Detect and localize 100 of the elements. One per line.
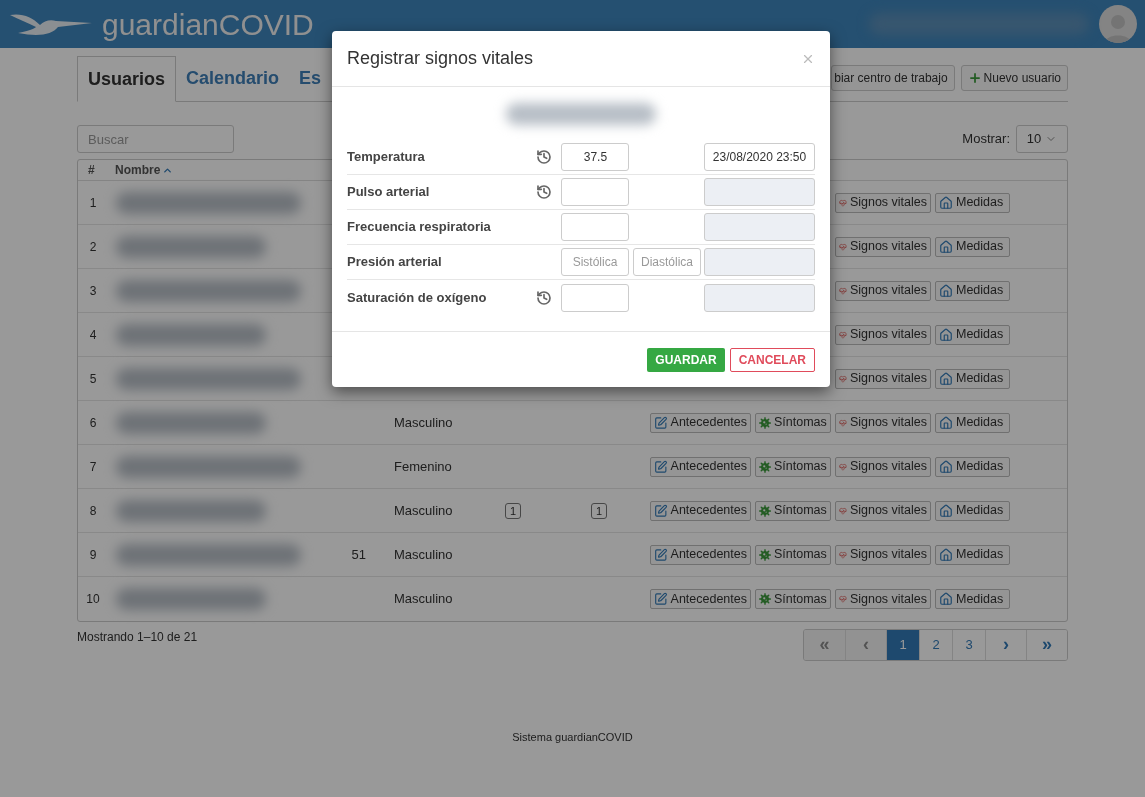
- page-size-dropdown[interactable]: 10: [1016, 125, 1068, 153]
- action-button[interactable]: Medidas: [935, 280, 1010, 301]
- virus-icon: [759, 548, 771, 561]
- gender-cell: Masculino: [394, 414, 453, 430]
- gender-cell: Masculino: [394, 502, 453, 518]
- gender-cell: Masculino: [394, 546, 453, 562]
- vital-input[interactable]: [561, 213, 630, 241]
- action-button[interactable]: Signos vitales: [835, 324, 931, 345]
- history-icon[interactable]: [536, 149, 553, 165]
- footer-text: Sistema guardianCOVID: [512, 730, 633, 745]
- edit-icon: [654, 592, 668, 606]
- virus-icon: [759, 504, 771, 517]
- edit-icon: [654, 503, 668, 518]
- row-number: 5: [89, 370, 97, 388]
- action-button[interactable]: Medidas: [935, 324, 1010, 345]
- house-icon: [939, 239, 953, 254]
- action-button[interactable]: Síntomas: [755, 589, 831, 609]
- action-button[interactable]: Medidas: [935, 412, 1010, 433]
- action-button[interactable]: Signos vitales: [835, 192, 931, 213]
- action-button[interactable]: Antecedentes: [650, 456, 751, 477]
- row-number: 4: [89, 326, 97, 344]
- action-button[interactable]: Medidas: [935, 236, 1010, 257]
- action-button[interactable]: Antecedentes: [650, 544, 751, 565]
- new-user-button[interactable]: Nuevo usuario: [960, 65, 1068, 91]
- house-icon: [939, 283, 953, 298]
- column-header[interactable]: #: [88, 161, 95, 179]
- house-icon: [939, 592, 953, 606]
- action-button[interactable]: Antecedentes: [650, 412, 751, 433]
- row-number: 3: [89, 282, 97, 300]
- change-workplace-button[interactable]: biar centro de trabajo: [831, 65, 955, 91]
- count-badge: 1: [504, 502, 522, 519]
- action-button[interactable]: Signos vitales: [835, 500, 931, 521]
- gender-cell: Femenino: [394, 458, 452, 474]
- action-button[interactable]: Medidas: [935, 368, 1010, 389]
- dialog-title: Registrar signos vitales: [347, 47, 534, 70]
- row-number: 1: [89, 194, 97, 212]
- row-number: 9: [89, 546, 97, 564]
- action-button[interactable]: Signos vitales: [835, 589, 931, 609]
- action-button[interactable]: Signos vitales: [835, 544, 931, 565]
- age-cell-text: 51: [351, 545, 366, 564]
- history-icon[interactable]: [536, 184, 553, 200]
- action-button[interactable]: Síntomas: [755, 456, 831, 477]
- action-button[interactable]: Medidas: [935, 456, 1010, 477]
- field-label: Temperatura: [347, 148, 426, 167]
- action-button[interactable]: Signos vitales: [835, 456, 931, 477]
- edit-icon: [654, 415, 668, 430]
- house-icon: [939, 547, 953, 562]
- field-label: Presión arterial: [347, 253, 443, 272]
- action-button[interactable]: Signos vitales: [835, 412, 931, 433]
- action-button[interactable]: Síntomas: [755, 412, 831, 433]
- count-badge: 1: [590, 502, 608, 519]
- page-link[interactable]: 1: [886, 630, 919, 660]
- action-button[interactable]: Medidas: [935, 192, 1010, 213]
- tab[interactable]: Usuarios: [77, 56, 177, 102]
- virus-icon: [759, 416, 771, 429]
- row-number: 2: [89, 238, 97, 256]
- field-label: Frecuencia respiratoria: [347, 218, 492, 237]
- tab[interactable]: Calendario: [176, 55, 290, 101]
- vital-input[interactable]: 37.5: [561, 143, 630, 171]
- cancel-button[interactable]: CANCELAR: [729, 347, 815, 372]
- page-link[interactable]: »: [1026, 630, 1067, 660]
- search-field[interactable]: Buscar: [77, 125, 234, 153]
- action-button[interactable]: Signos vitales: [835, 236, 931, 257]
- plus-icon: [967, 71, 982, 85]
- vital-input[interactable]: [561, 178, 630, 206]
- history-icon[interactable]: [536, 289, 553, 306]
- action-button[interactable]: Antecedentes: [650, 500, 751, 521]
- action-button[interactable]: Síntomas: [755, 544, 831, 565]
- vital-input[interactable]: Sistólica: [561, 248, 629, 276]
- edit-icon: [654, 459, 668, 474]
- tab[interactable]: Es: [289, 55, 332, 101]
- action-button[interactable]: Signos vitales: [835, 368, 931, 389]
- brand-name: guardianCOVID: [102, 6, 314, 43]
- virus-icon: [759, 593, 771, 605]
- field-label: Pulso arterial: [347, 183, 431, 202]
- action-button[interactable]: Medidas: [935, 500, 1010, 521]
- action-button[interactable]: Signos vitales: [835, 280, 931, 301]
- row-number: 6: [89, 414, 97, 432]
- house-icon: [939, 503, 953, 518]
- edit-icon: [654, 547, 668, 562]
- column-header[interactable]: Nombre: [115, 161, 161, 179]
- results-summary: Mostrando 1–10 de 21: [77, 629, 198, 646]
- virus-icon: [759, 460, 771, 473]
- vital-input[interactable]: [561, 283, 630, 312]
- house-icon: [939, 459, 953, 474]
- action-button[interactable]: Antecedentes: [650, 589, 751, 609]
- timestamp-field[interactable]: 23/08/2020 23:50: [704, 143, 815, 171]
- save-button[interactable]: GUARDAR: [647, 347, 725, 372]
- gender-cell: Masculino: [394, 591, 453, 607]
- house-icon: [939, 415, 953, 430]
- show-label: Mostrar:: [962, 130, 1010, 149]
- action-button[interactable]: Medidas: [935, 544, 1010, 565]
- field-label: Saturación de oxígeno: [347, 288, 488, 307]
- house-icon: [939, 327, 953, 342]
- avatar-icon[interactable]: [1099, 5, 1137, 43]
- action-button[interactable]: Medidas: [935, 589, 1010, 609]
- house-icon: [939, 195, 953, 210]
- house-icon: [939, 371, 953, 386]
- action-button[interactable]: Síntomas: [755, 500, 831, 521]
- vital-input[interactable]: Diastólica: [633, 248, 701, 276]
